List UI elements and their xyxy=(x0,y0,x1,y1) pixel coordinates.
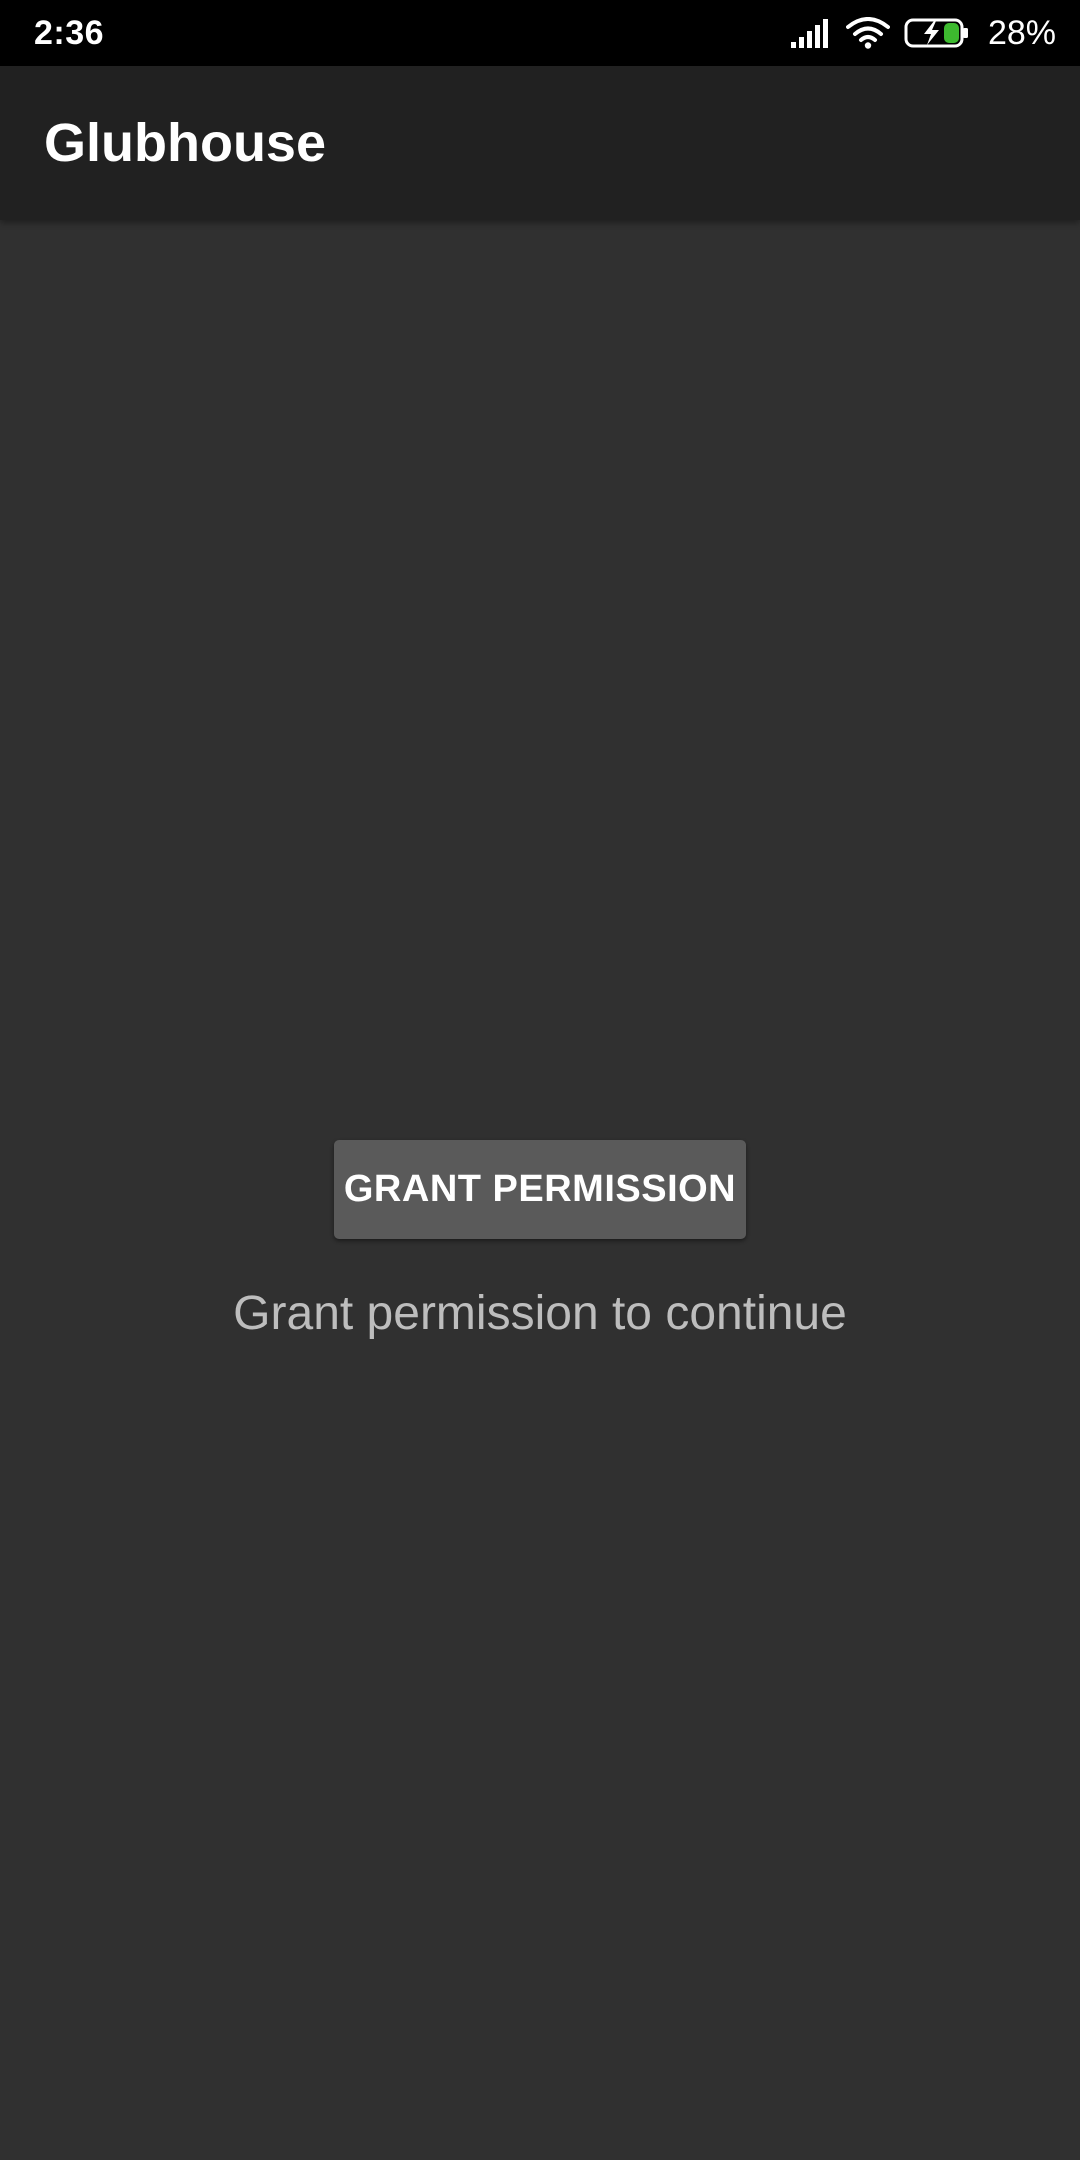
screen: 2:36 28% Glubhouse GRANT PERMISSION Gran… xyxy=(0,0,1080,2160)
battery-percent: 28% xyxy=(987,14,1056,52)
battery-charging-icon xyxy=(904,17,970,49)
grant-permission-button[interactable]: GRANT PERMISSION xyxy=(334,1140,746,1239)
status-time: 2:36 xyxy=(34,14,105,52)
signal-icon xyxy=(790,18,832,48)
wifi-icon xyxy=(845,17,890,49)
status-bar: 2:36 28% xyxy=(0,0,1080,66)
app-title: Glubhouse xyxy=(44,113,326,173)
status-icons: 28% xyxy=(790,0,1056,66)
app-bar: Glubhouse xyxy=(0,66,1080,220)
grant-permission-message: Grant permission to continue xyxy=(233,1287,847,1340)
